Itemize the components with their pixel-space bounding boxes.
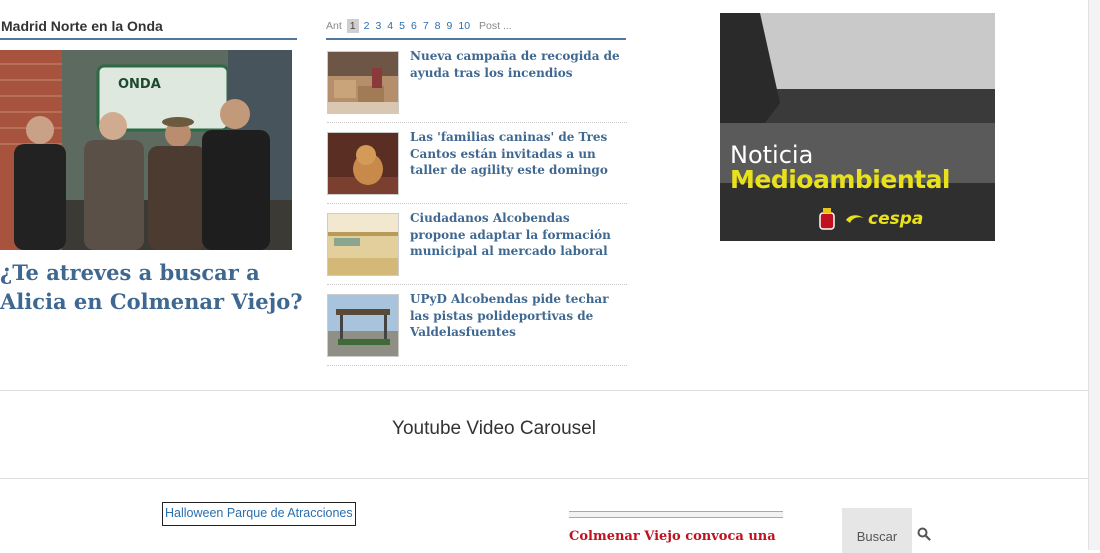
search-icon[interactable] [917,527,931,541]
news-list-item[interactable]: Nueva campaña de recogida de ayuda tras … [327,48,627,123]
ad-line2: Medioambiental [730,165,951,194]
news-thumbnail[interactable] [327,51,399,114]
coat-of-arms-icon [819,208,835,230]
pager-page-link[interactable]: 7 [420,20,432,32]
pager-page-link[interactable]: 8 [432,20,444,32]
pager-current-page: 1 [346,19,359,33]
featured-image[interactable]: ONDA [0,50,292,250]
halloween-link[interactable]: Halloween Parque de Atracciones [162,502,356,526]
ad-photo [720,13,995,241]
pagination: Ant 1 2 3 4 5 6 7 8 9 10 Post ... [326,19,512,33]
cespa-logo-icon [846,215,864,223]
widget-headline-link[interactable]: Colmenar Viejo convoca una [569,528,799,550]
news-thumbnail[interactable] [327,294,399,357]
pager-page-link[interactable]: 5 [396,20,408,32]
pager-page-link[interactable]: 9 [444,20,456,32]
news-list-item[interactable]: Las 'familias caninas' de Tres Cantos es… [327,129,627,204]
ad-brand: cespa [868,209,924,229]
section-header: Madrid Norte en la Onda [0,18,297,40]
pager-prev[interactable]: Ant [326,20,345,32]
divider [0,478,1088,479]
news-thumbnail[interactable] [327,132,399,195]
feature-headline-link[interactable]: ¿Te atreves a buscar a Alicia en Colmena… [0,258,312,316]
section-title: Madrid Norte en la Onda [1,18,163,34]
ad-banner[interactable]: Noticia Medioambiental cespa [720,13,995,241]
pager-page-link[interactable]: 6 [408,20,420,32]
svg-text:ONDA: ONDA [118,77,161,92]
widget-title-bar [569,511,783,518]
search-button[interactable]: Buscar [842,508,912,553]
news-headline-link[interactable]: Ciudadanos Alcobendas propone adaptar la… [410,210,628,260]
news-thumbnail[interactable] [327,213,399,276]
news-headline-link[interactable]: UPyD Alcobendas pide techar las pistas p… [410,291,628,341]
pager-next[interactable]: Post ... [473,20,512,32]
divider [0,390,1088,391]
news-list-item[interactable]: Ciudadanos Alcobendas propone adaptar la… [327,210,627,285]
pager-page-link[interactable]: 2 [361,20,373,32]
featured-photo: ONDA [0,50,292,250]
video-carousel-title: Youtube Video Carousel [392,418,596,439]
news-list-item[interactable]: UPyD Alcobendas pide techar las pistas p… [327,291,627,366]
pager-divider [326,38,626,40]
scrollbar-track[interactable] [1088,0,1100,550]
pager-page-link[interactable]: 10 [455,20,473,32]
pager-page-link[interactable]: 3 [372,20,384,32]
pager-page-link[interactable]: 4 [384,20,396,32]
news-headline-link[interactable]: Las 'familias caninas' de Tres Cantos es… [410,129,628,179]
news-headline-link[interactable]: Nueva campaña de recogida de ayuda tras … [410,48,628,81]
